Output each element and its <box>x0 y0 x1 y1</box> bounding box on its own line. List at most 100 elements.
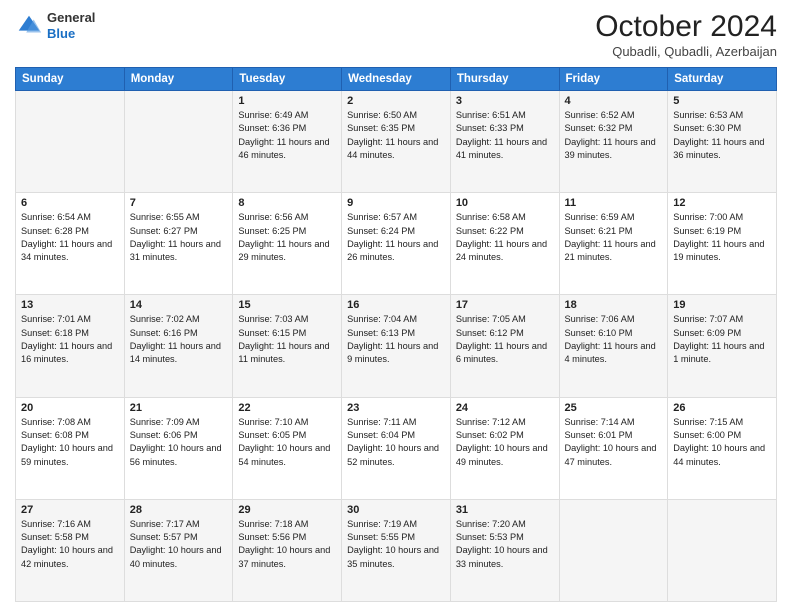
calendar-cell-4-5 <box>559 499 668 601</box>
calendar-cell-4-0: 27Sunrise: 7:16 AM Sunset: 5:58 PM Dayli… <box>16 499 125 601</box>
day-info-11: Sunrise: 6:59 AM Sunset: 6:21 PM Dayligh… <box>565 211 663 264</box>
day-info-30: Sunrise: 7:19 AM Sunset: 5:55 PM Dayligh… <box>347 518 445 571</box>
calendar-cell-3-2: 22 Sunrise: 7:10 AM Sunset: 6:05 PM Dayli… <box>233 397 342 499</box>
day-info-4: Sunrise: 6:52 AM Sunset: 6:32 PM Dayligh… <box>565 109 663 162</box>
day-info-9: Sunrise: 6:57 AM Sunset: 6:24 PM Dayligh… <box>347 211 445 264</box>
header: General Blue October 2024 Qubadli, Qubad… <box>15 10 777 59</box>
day-number-2: 2 <box>347 95 445 107</box>
calendar-cell-4-6 <box>668 499 777 601</box>
calendar-cell-0-1 <box>124 91 233 193</box>
day-info-19: Sunrise: 7:07 AM Sunset: 6:09 PM Dayligh… <box>673 313 771 366</box>
day-number-14: 14 <box>130 299 228 311</box>
calendar-cell-2-5: 18 Sunrise: 7:06 AM Sunset: 6:10 PM Dayli… <box>559 295 668 397</box>
col-tuesday: Tuesday <box>233 68 342 91</box>
calendar-table: Sunday Monday Tuesday Wednesday Thursday… <box>15 67 777 602</box>
day-number-9: 9 <box>347 197 445 209</box>
logo: General Blue <box>15 10 95 41</box>
col-sunday: Sunday <box>16 68 125 91</box>
day-info-15: Sunrise: 7:03 AM Sunset: 6:15 PM Dayligh… <box>238 313 336 366</box>
calendar-cell-1-5: 11 Sunrise: 6:59 AM Sunset: 6:21 PM Dayli… <box>559 193 668 295</box>
month-title: October 2024 <box>595 10 777 44</box>
col-saturday: Saturday <box>668 68 777 91</box>
calendar-week-1: 1Sunrise: 6:49 AM Sunset: 6:36 PM Daylig… <box>16 91 777 193</box>
calendar-week-4: 20 Sunrise: 7:08 AM Sunset: 6:08 PM Dayli… <box>16 397 777 499</box>
day-number-19: 19 <box>673 299 771 311</box>
day-number-8: 8 <box>238 197 336 209</box>
calendar-cell-2-1: 14Sunrise: 7:02 AM Sunset: 6:16 PM Dayli… <box>124 295 233 397</box>
calendar-cell-3-3: 23 Sunrise: 7:11 AM Sunset: 6:04 PM Dayli… <box>342 397 451 499</box>
day-number-21: 21 <box>130 402 228 414</box>
day-info-2: Sunrise: 6:50 AM Sunset: 6:35 PM Dayligh… <box>347 109 445 162</box>
day-number-6: 6 <box>21 197 119 209</box>
calendar-cell-2-6: 19 Sunrise: 7:07 AM Sunset: 6:09 PM Dayli… <box>668 295 777 397</box>
calendar-cell-3-4: 24 Sunrise: 7:12 AM Sunset: 6:02 PM Dayli… <box>450 397 559 499</box>
calendar-cell-1-6: 12 Sunrise: 7:00 AM Sunset: 6:19 PM Dayli… <box>668 193 777 295</box>
col-wednesday: Wednesday <box>342 68 451 91</box>
day-number-16: 16 <box>347 299 445 311</box>
day-info-31: Sunrise: 7:20 AM Sunset: 5:53 PM Dayligh… <box>456 518 554 571</box>
day-info-3: Sunrise: 6:51 AM Sunset: 6:33 PM Dayligh… <box>456 109 554 162</box>
calendar-header-row: Sunday Monday Tuesday Wednesday Thursday… <box>16 68 777 91</box>
day-info-26: Sunrise: 7:15 AM Sunset: 6:00 PM Dayligh… <box>673 416 771 469</box>
page: General Blue October 2024 Qubadli, Qubad… <box>0 0 792 612</box>
day-info-25: Sunrise: 7:14 AM Sunset: 6:01 PM Dayligh… <box>565 416 663 469</box>
day-info-12: Sunrise: 7:00 AM Sunset: 6:19 PM Dayligh… <box>673 211 771 264</box>
col-thursday: Thursday <box>450 68 559 91</box>
day-number-11: 11 <box>565 197 663 209</box>
calendar-cell-0-6: 5 Sunrise: 6:53 AM Sunset: 6:30 PM Daylig… <box>668 91 777 193</box>
calendar-cell-0-4: 3 Sunrise: 6:51 AM Sunset: 6:33 PM Daylig… <box>450 91 559 193</box>
calendar-cell-3-1: 21 Sunrise: 7:09 AM Sunset: 6:06 PM Dayli… <box>124 397 233 499</box>
day-info-22: Sunrise: 7:10 AM Sunset: 6:05 PM Dayligh… <box>238 416 336 469</box>
calendar-week-5: 27Sunrise: 7:16 AM Sunset: 5:58 PM Dayli… <box>16 499 777 601</box>
calendar-cell-0-5: 4 Sunrise: 6:52 AM Sunset: 6:32 PM Daylig… <box>559 91 668 193</box>
day-number-12: 12 <box>673 197 771 209</box>
calendar-cell-2-3: 16Sunrise: 7:04 AM Sunset: 6:13 PM Dayli… <box>342 295 451 397</box>
day-number-1: 1 <box>238 95 336 107</box>
calendar-cell-2-2: 15Sunrise: 7:03 AM Sunset: 6:15 PM Dayli… <box>233 295 342 397</box>
day-number-30: 30 <box>347 504 445 516</box>
day-info-18: Sunrise: 7:06 AM Sunset: 6:10 PM Dayligh… <box>565 313 663 366</box>
day-info-8: Sunrise: 6:56 AM Sunset: 6:25 PM Dayligh… <box>238 211 336 264</box>
calendar-cell-4-3: 30 Sunrise: 7:19 AM Sunset: 5:55 PM Dayli… <box>342 499 451 601</box>
calendar-cell-0-0 <box>16 91 125 193</box>
logo-blue: Blue <box>47 26 75 41</box>
day-info-20: Sunrise: 7:08 AM Sunset: 6:08 PM Dayligh… <box>21 416 119 469</box>
day-info-28: Sunrise: 7:17 AM Sunset: 5:57 PM Dayligh… <box>130 518 228 571</box>
title-block: October 2024 Qubadli, Qubadli, Azerbaija… <box>595 10 777 59</box>
logo-text: General Blue <box>47 10 95 41</box>
day-number-4: 4 <box>565 95 663 107</box>
day-info-23: Sunrise: 7:11 AM Sunset: 6:04 PM Dayligh… <box>347 416 445 469</box>
calendar-cell-4-1: 28Sunrise: 7:17 AM Sunset: 5:57 PM Dayli… <box>124 499 233 601</box>
day-info-10: Sunrise: 6:58 AM Sunset: 6:22 PM Dayligh… <box>456 211 554 264</box>
calendar-cell-1-1: 7Sunrise: 6:55 AM Sunset: 6:27 PM Daylig… <box>124 193 233 295</box>
day-info-21: Sunrise: 7:09 AM Sunset: 6:06 PM Dayligh… <box>130 416 228 469</box>
day-info-27: Sunrise: 7:16 AM Sunset: 5:58 PM Dayligh… <box>21 518 119 571</box>
day-info-6: Sunrise: 6:54 AM Sunset: 6:28 PM Dayligh… <box>21 211 119 264</box>
day-info-24: Sunrise: 7:12 AM Sunset: 6:02 PM Dayligh… <box>456 416 554 469</box>
calendar-cell-3-0: 20 Sunrise: 7:08 AM Sunset: 6:08 PM Dayli… <box>16 397 125 499</box>
calendar-cell-1-4: 10Sunrise: 6:58 AM Sunset: 6:22 PM Dayli… <box>450 193 559 295</box>
calendar-cell-0-3: 2 Sunrise: 6:50 AM Sunset: 6:35 PM Daylig… <box>342 91 451 193</box>
day-number-3: 3 <box>456 95 554 107</box>
day-info-29: Sunrise: 7:18 AM Sunset: 5:56 PM Dayligh… <box>238 518 336 571</box>
col-friday: Friday <box>559 68 668 91</box>
location-title: Qubadli, Qubadli, Azerbaijan <box>595 44 777 59</box>
day-number-20: 20 <box>21 402 119 414</box>
calendar-cell-1-0: 6 Sunrise: 6:54 AM Sunset: 6:28 PM Daylig… <box>16 193 125 295</box>
day-number-31: 31 <box>456 504 554 516</box>
day-info-5: Sunrise: 6:53 AM Sunset: 6:30 PM Dayligh… <box>673 109 771 162</box>
day-info-13: Sunrise: 7:01 AM Sunset: 6:18 PM Dayligh… <box>21 313 119 366</box>
day-number-13: 13 <box>21 299 119 311</box>
calendar-cell-1-2: 8 Sunrise: 6:56 AM Sunset: 6:25 PM Daylig… <box>233 193 342 295</box>
logo-general: General <box>47 10 95 25</box>
day-info-17: Sunrise: 7:05 AM Sunset: 6:12 PM Dayligh… <box>456 313 554 366</box>
day-number-5: 5 <box>673 95 771 107</box>
calendar-cell-2-4: 17Sunrise: 7:05 AM Sunset: 6:12 PM Dayli… <box>450 295 559 397</box>
calendar-cell-0-2: 1Sunrise: 6:49 AM Sunset: 6:36 PM Daylig… <box>233 91 342 193</box>
day-number-18: 18 <box>565 299 663 311</box>
day-number-22: 22 <box>238 402 336 414</box>
day-number-25: 25 <box>565 402 663 414</box>
day-number-23: 23 <box>347 402 445 414</box>
calendar-cell-4-4: 31 Sunrise: 7:20 AM Sunset: 5:53 PM Dayli… <box>450 499 559 601</box>
day-number-24: 24 <box>456 402 554 414</box>
